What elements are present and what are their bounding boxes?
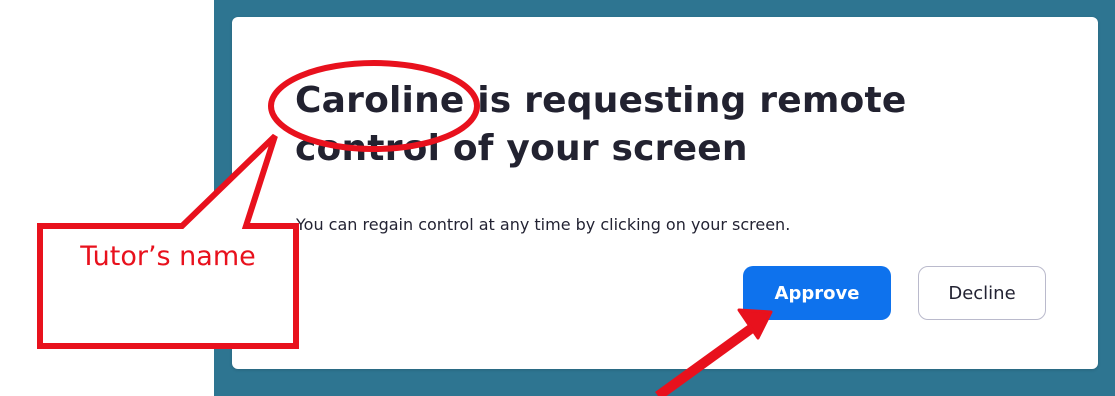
remote-control-request-dialog: Caroline is requesting remote control of… xyxy=(232,17,1098,369)
callout-label: Tutor’s name xyxy=(80,240,256,272)
decline-button[interactable]: Decline xyxy=(918,266,1046,320)
title-line-2: control of your screen xyxy=(295,128,748,169)
approve-button[interactable]: Approve xyxy=(743,266,891,320)
title-line-1: is requesting remote xyxy=(464,80,907,121)
dialog-message: You can regain control at any time by cl… xyxy=(296,215,791,234)
requester-name: Caroline xyxy=(295,80,465,121)
dialog-title: Caroline is requesting remote control of… xyxy=(295,77,995,173)
